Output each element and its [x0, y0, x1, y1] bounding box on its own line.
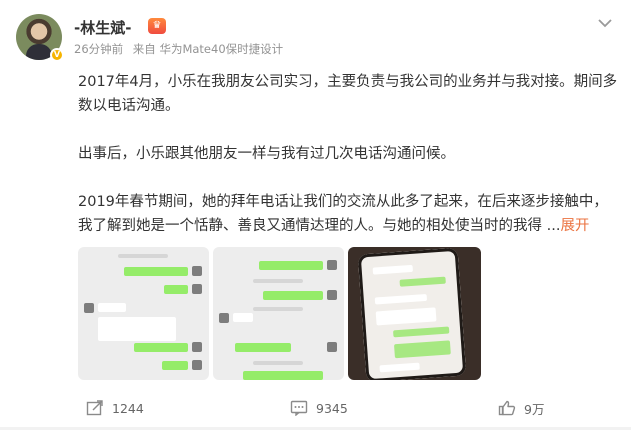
repost-icon	[86, 400, 103, 416]
chat-screenshot-1[interactable]	[78, 247, 209, 380]
repost-count: 1244	[112, 400, 144, 416]
thumbs-up-icon	[498, 400, 516, 416]
action-bar: 1244 9345 9万	[0, 395, 631, 421]
post-header: V -林生斌- ♛ 26分钟前 来自 华为Mate40保时捷设计	[16, 14, 615, 70]
chevron-down-icon[interactable]	[597, 16, 613, 30]
like-count: 9万	[524, 401, 545, 417]
comment-icon	[290, 400, 308, 416]
chat-screenshot-2[interactable]	[213, 247, 344, 380]
ellipsis: ...	[546, 218, 561, 234]
comment-count: 9345	[316, 400, 348, 416]
username[interactable]: -林生斌-	[74, 17, 131, 38]
post-body: 2017年4月，小乐在我朋友公司实习，主要负责与我公司的业务并与我对接。期间多数…	[78, 70, 618, 238]
post-paragraph-text: 2019年春节期间，她的拜年电话让我们的交流从此多了起来，在后来逐步接触中，我了…	[78, 194, 608, 234]
post-meta: 26分钟前 来自 华为Mate40保时捷设计	[74, 41, 289, 57]
post-paragraph-truncated: 2019年春节期间，她的拜年电话让我们的交流从此多了起来，在后来逐步接触中，我了…	[78, 190, 618, 238]
vip-crown-icon[interactable]: ♛	[148, 18, 166, 34]
like-button[interactable]: 9万	[498, 395, 544, 421]
post-time[interactable]: 26分钟前	[74, 42, 123, 56]
comment-button[interactable]: 9345	[290, 395, 348, 421]
repost-button[interactable]: 1244	[86, 395, 144, 421]
verified-badge-icon: V	[50, 48, 64, 62]
post-paragraph: 2017年4月，小乐在我朋友公司实习，主要负责与我公司的业务并与我对接。期间多数…	[78, 74, 618, 114]
expand-link[interactable]: 展开	[560, 218, 589, 234]
post-paragraph: 出事后，小乐跟其他朋友一样与我有过几次电话沟通问候。	[78, 146, 455, 162]
phone-photo[interactable]	[348, 247, 481, 380]
post-source: 来自 华为Mate40保时捷设计	[132, 42, 284, 56]
